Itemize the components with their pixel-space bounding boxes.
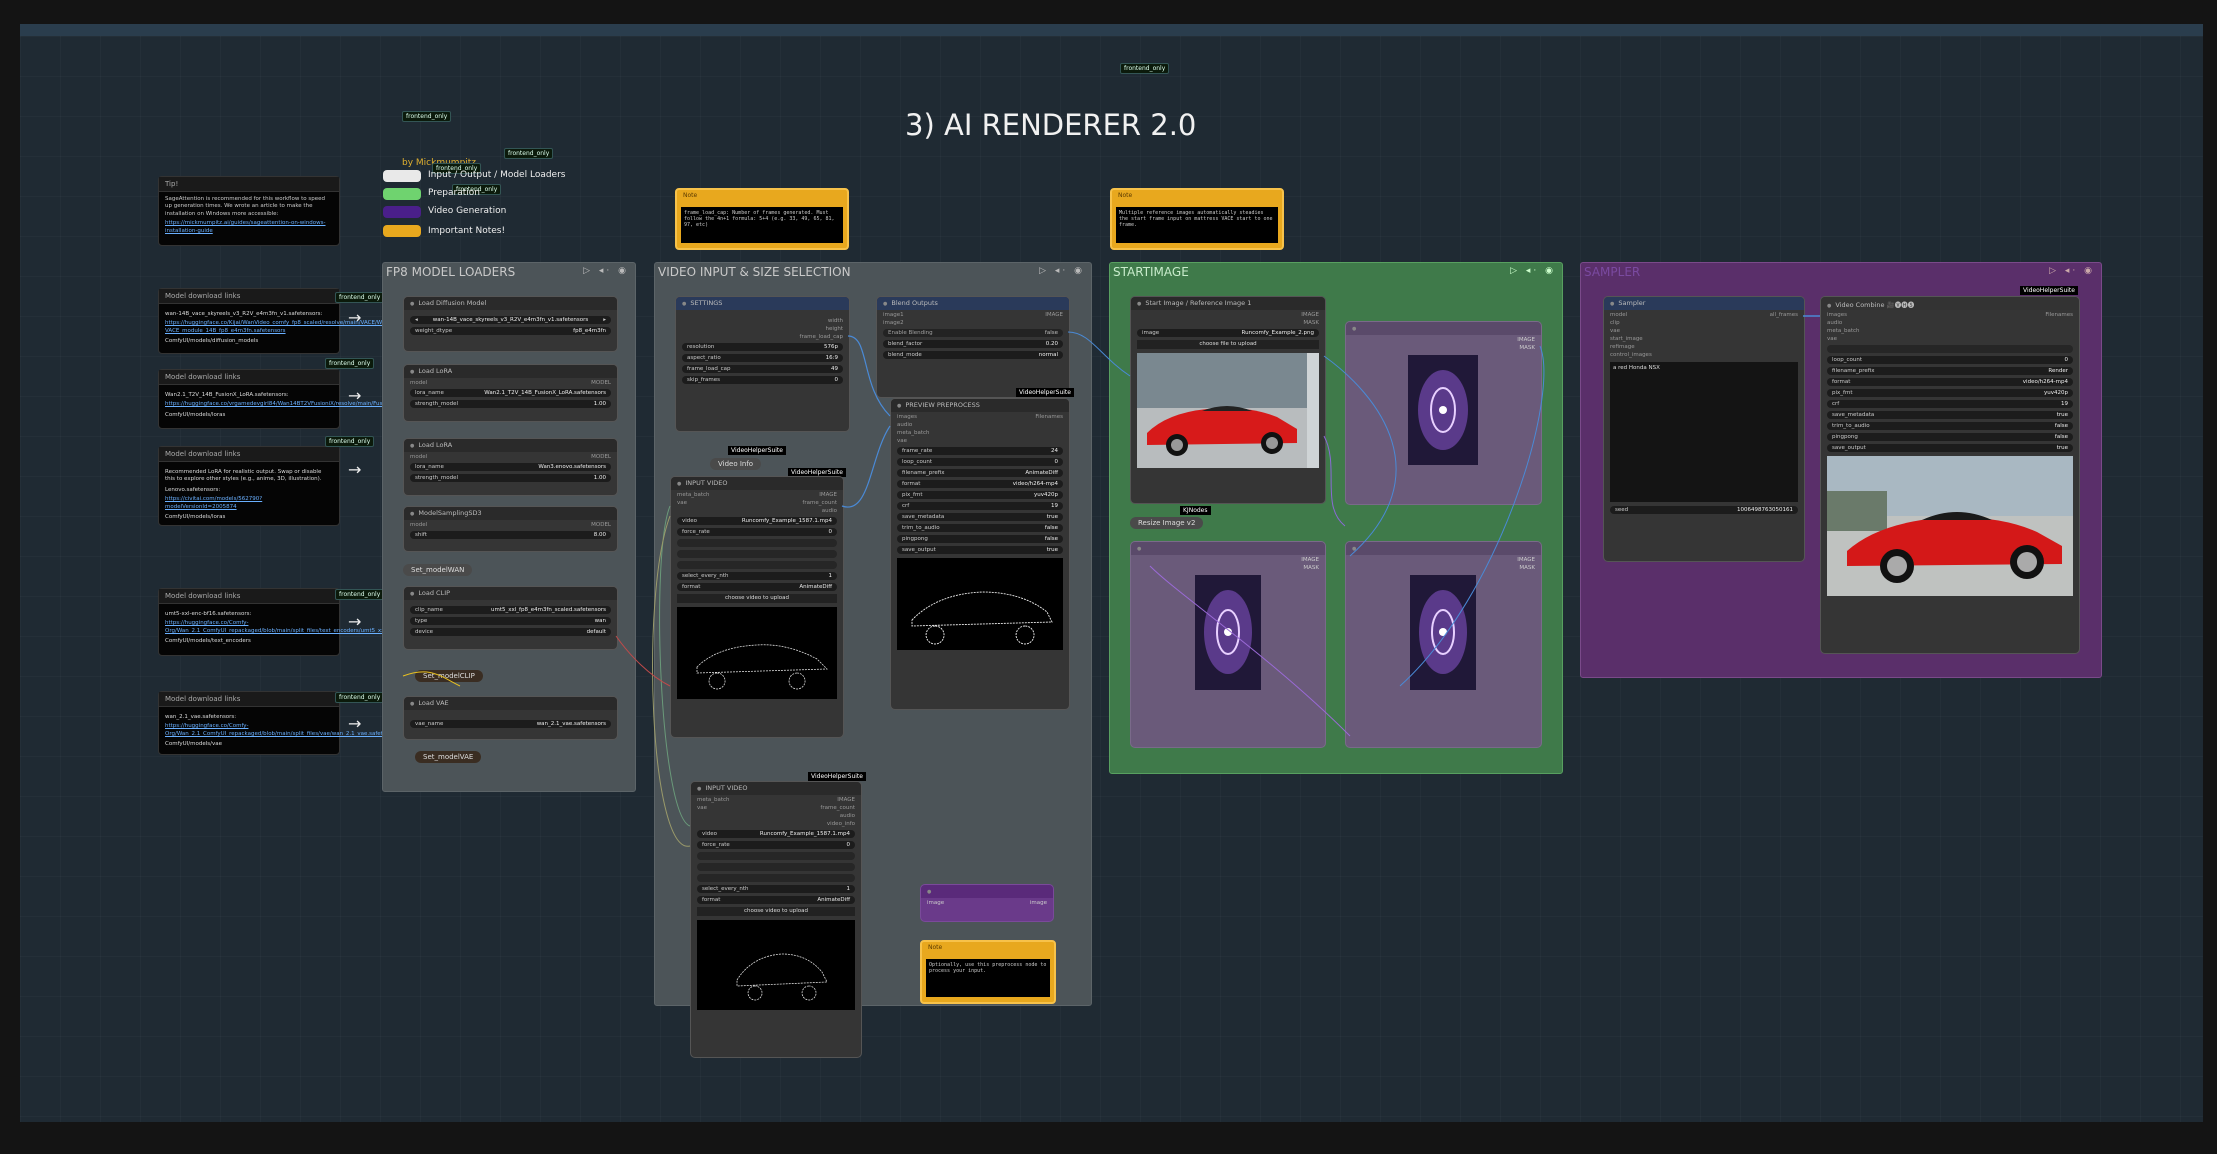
node-links <box>402 315 1820 847</box>
workflow-canvas[interactable]: 3) AI RENDERER 2.0 by Mickmumpitz fronte… <box>20 24 2203 1122</box>
